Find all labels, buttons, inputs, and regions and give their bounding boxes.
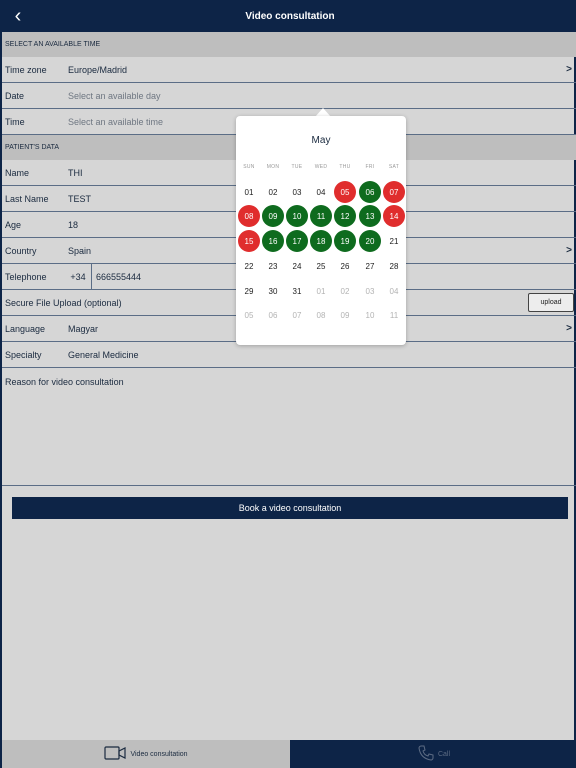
weekday-sat: SAT — [388, 164, 400, 170]
calendar-day[interactable]: 28 — [383, 255, 405, 277]
age-value[interactable]: 18 — [68, 220, 78, 230]
chevron-right-icon: > — [566, 245, 572, 256]
reason-label: Reason for video consultation — [5, 377, 124, 387]
calendar-day[interactable]: 06 — [359, 181, 381, 203]
calendar-day[interactable]: 01 — [238, 181, 260, 203]
weekday-fri: FRI — [365, 164, 375, 170]
specialty-label: Specialty — [5, 349, 42, 360]
calendar-day[interactable]: 18 — [310, 230, 332, 252]
calendar-day-outside-month: 06 — [268, 310, 278, 320]
calendar-day[interactable]: 31 — [286, 280, 308, 302]
date-picker-popover: May SUN MON TUE WED THU FRI SAT 01 02 03 04 05 06 07… — [236, 116, 406, 345]
calendar-day[interactable]: 16 — [262, 230, 284, 252]
telephone-prefix[interactable]: +34 — [65, 264, 92, 290]
timezone-row[interactable]: Time zone Europe/Madrid > — [2, 57, 576, 83]
calendar-day-outside-month: 01 — [316, 286, 326, 296]
calendar-day[interactable]: 07 — [383, 181, 405, 203]
telephone-label: Telephone — [5, 271, 47, 282]
calendar-day[interactable]: 11 — [310, 205, 332, 227]
calendar-day-outside-month: 03 — [365, 286, 375, 296]
lastname-value[interactable]: TEST — [68, 194, 91, 204]
calendar-day[interactable]: 05 — [334, 181, 356, 203]
tab-call[interactable]: Call — [290, 740, 576, 768]
reason-textarea[interactable] — [2, 372, 576, 486]
calendar-day-outside-month: 07 — [292, 310, 302, 320]
calendar-day[interactable]: 25 — [310, 255, 332, 277]
calendar-month: May — [311, 135, 331, 146]
calendar-day[interactable]: 24 — [286, 255, 308, 277]
calendar-day[interactable]: 27 — [359, 255, 381, 277]
name-value[interactable]: THI — [68, 168, 83, 178]
bottom-tab-bar: Video consultation Call — [2, 740, 576, 768]
calendar-day-outside-month: 05 — [244, 310, 254, 320]
calendar-day[interactable]: 02 — [262, 181, 284, 203]
calendar-day-outside-month: 08 — [316, 310, 326, 320]
tab-video-consultation[interactable]: Video consultation — [2, 740, 290, 768]
specialty-row[interactable]: Specialty General Medicine — [2, 342, 576, 368]
date-label: Date — [5, 90, 25, 101]
telephone-value[interactable]: 666555444 — [96, 272, 141, 282]
calendar-day[interactable]: 21 — [383, 230, 405, 252]
calendar-day[interactable]: 09 — [262, 205, 284, 227]
weekday-mon: MON — [266, 164, 280, 170]
calendar-day[interactable]: 19 — [334, 230, 356, 252]
calendar-day[interactable]: 13 — [359, 205, 381, 227]
chevron-right-icon: > — [566, 323, 572, 334]
calendar-day-outside-month: 04 — [389, 286, 399, 296]
app-window: ‹ Video consultation SELECT AN AVAILABLE… — [0, 0, 576, 768]
video-camera-icon — [104, 746, 127, 762]
calendar-day-outside-month: 09 — [340, 310, 350, 320]
calendar-day[interactable]: 20 — [359, 230, 381, 252]
timezone-value: Europe/Madrid — [68, 64, 128, 75]
country-label: Country — [5, 245, 37, 256]
calendar-day-outside-month: 10 — [365, 310, 375, 320]
name-label: Name — [5, 167, 30, 178]
date-row[interactable]: Date Select an available day — [2, 83, 576, 109]
calendar-day-outside-month: 11 — [389, 310, 399, 320]
time-label: Time — [5, 116, 25, 127]
calendar-day[interactable]: 03 — [286, 181, 308, 203]
country-value: Spain — [68, 245, 92, 256]
top-bar: ‹ Video consultation — [2, 0, 576, 32]
calendar-day[interactable]: 22 — [238, 255, 260, 277]
calendar-day[interactable]: 04 — [310, 181, 332, 203]
calendar-day[interactable]: 10 — [286, 205, 308, 227]
specialty-value: General Medicine — [68, 349, 139, 360]
language-value: Magyar — [68, 323, 99, 334]
calendar-day[interactable]: 15 — [238, 230, 260, 252]
back-chevron-icon[interactable]: ‹ — [8, 4, 28, 28]
time-placeholder: Select an available time — [68, 116, 164, 127]
calendar-day[interactable]: 30 — [262, 280, 284, 302]
calendar-day[interactable]: 08 — [238, 205, 260, 227]
age-label: Age — [5, 219, 22, 230]
calendar-day[interactable]: 12 — [334, 205, 356, 227]
section-heading-time: SELECT AN AVAILABLE TIME — [2, 32, 576, 57]
phone-icon — [418, 745, 434, 763]
weekday-sun: SUN — [243, 164, 255, 170]
weekday-thu: THU — [339, 164, 351, 170]
chevron-right-icon: > — [566, 64, 572, 75]
tab-call-label: Call — [437, 750, 451, 758]
calendar-day-outside-month: 02 — [340, 286, 350, 296]
calendar-day[interactable]: 26 — [334, 255, 356, 277]
page-title: Video consultation — [245, 10, 335, 22]
upload-button[interactable]: upload — [528, 293, 574, 312]
weekday-header: SUN MON TUE WED THU FRI SAT — [236, 164, 406, 174]
calendar-day[interactable]: 23 — [262, 255, 284, 277]
tab-video-label: Video consultation — [130, 750, 188, 758]
date-placeholder: Select an available day — [68, 90, 161, 101]
calendar-day[interactable]: 29 — [238, 280, 260, 302]
lastname-label: Last Name — [5, 193, 49, 204]
weekday-wed: WED — [314, 164, 328, 170]
calendar-day[interactable]: 14 — [383, 205, 405, 227]
timezone-label: Time zone — [5, 64, 47, 75]
upload-label: Secure File Upload (optional) — [5, 297, 122, 308]
calendar-day[interactable]: 17 — [286, 230, 308, 252]
language-label: Language — [5, 323, 46, 334]
weekday-tue: TUE — [291, 164, 303, 170]
book-consultation-button[interactable]: Book a video consultation — [12, 497, 568, 519]
